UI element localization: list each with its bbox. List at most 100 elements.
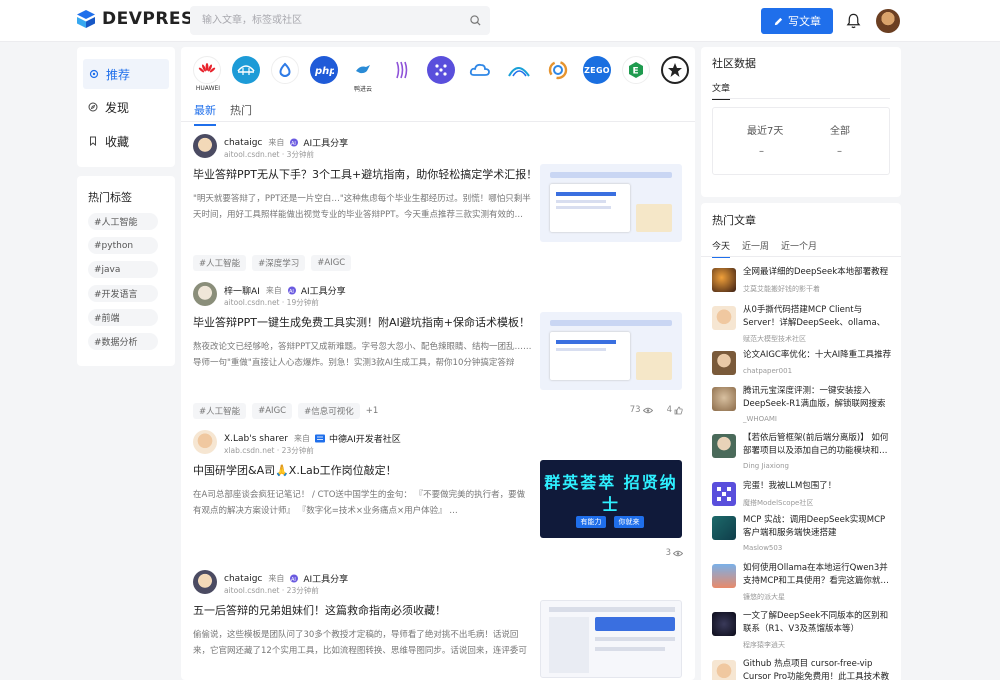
community-name[interactable]: AI工具分享 (303, 572, 348, 585)
search-icon[interactable] (470, 15, 481, 26)
hot-tag[interactable]: #前端 (88, 309, 158, 326)
hot-tag[interactable]: #数据分析 (88, 333, 158, 350)
svg-text:E: E (633, 67, 639, 77)
thumb-badge: 你就来 (614, 516, 644, 528)
hot-article-title[interactable]: MCP 实战：调用DeepSeek实现MCP客户端和服务端快速搭建 (743, 514, 893, 540)
article-summary: 熬夜改论文已经够呛，答辩PPT又成新难题。字号忽大忽小、配色辣眼睛、结构一团乱…… (193, 342, 532, 368)
hot-article-title[interactable]: 【若依后管框架(前后端分离版)】 如何部署项目以及添加自己的功能模块和… (743, 432, 893, 458)
stat-label: 全部 (830, 126, 850, 137)
bird-logo[interactable]: 鸭进云 (349, 56, 377, 93)
write-article-label: 写文章 (788, 15, 821, 28)
author-avatar[interactable] (193, 282, 217, 306)
article-tag[interactable]: #AIGC (311, 255, 352, 271)
like-button[interactable]: 4 (667, 405, 683, 415)
article-card[interactable]: X.Lab's sharer 来自 中德AI开发者社区 xlab.csdn.ne… (181, 430, 695, 570)
community-icon: AI (287, 286, 296, 295)
article-tag[interactable]: #信息可视化 (298, 403, 360, 419)
e-logo[interactable]: E (622, 56, 650, 84)
article-tag[interactable]: #人工智能 (193, 403, 247, 419)
author-name[interactable]: X.Lab's sharer (224, 434, 288, 444)
ring-logo[interactable] (544, 56, 572, 84)
article-thumbnail[interactable] (540, 164, 682, 242)
hot-tag[interactable]: #python (88, 237, 158, 254)
hot-article-title[interactable]: 完蛋！我被LLM包围了！ (743, 480, 893, 493)
article-tag[interactable]: #AIGC (252, 403, 293, 419)
bridge-logo[interactable] (232, 56, 260, 84)
cloud-logo[interactable] (466, 56, 494, 84)
article-stats: 73 4 (616, 405, 683, 415)
notification-bell-icon[interactable] (845, 12, 862, 30)
nav-item-recommend[interactable]: 推荐 (83, 59, 169, 89)
huawei-logo[interactable]: HUAWEI (193, 56, 221, 92)
hot-article-title[interactable]: 论文AIGC率优化：十大AI降重工具推荐 (743, 349, 893, 362)
tab-hot[interactable]: 热门 (230, 102, 252, 126)
community-icon (314, 434, 325, 443)
hot-article-title[interactable]: 从0手撕代码搭建MCP Client与Server！详解DeepSeek、oll… (743, 304, 893, 330)
article-tag[interactable]: #人工智能 (193, 255, 247, 271)
article-summary: "明天就要答辩了，PPT还是一片空白…"这种焦虑每个毕业生都经历过。别慌！哪怕只… (193, 194, 531, 220)
hot-article-thumb (712, 482, 736, 506)
article-thumbnail[interactable]: 群英荟萃 招贤纳士 有能力 你就来 (540, 460, 682, 538)
article-thumbnail[interactable] (540, 312, 682, 390)
author-name[interactable]: chataigc (224, 138, 262, 148)
tab-latest[interactable]: 最新 (194, 102, 216, 126)
hot-article-title[interactable]: 一文了解DeepSeek不同版本的区别和联系（R1、V3及蒸馏版本等） (743, 610, 893, 636)
bridge-icon (237, 65, 255, 75)
hot-article-author: _WHOAMI (743, 415, 777, 423)
thumb-headline: 群英荟萃 招贤纳士 (544, 473, 678, 514)
zego-logo[interactable]: ZEGO (583, 56, 611, 84)
article-title[interactable]: 毕业答辩PPT一键生成免费工具实测！附AI避坑指南+保命话术模板！ (193, 314, 533, 330)
community-name[interactable]: 中德AI开发者社区 (329, 432, 401, 445)
search-input[interactable] (190, 6, 490, 35)
hot-article-title[interactable]: 如何使用Ollama在本地运行Qwen3并支持MCP和工具使用？看完这篇你就… (743, 562, 893, 588)
hot-article-title[interactable]: 全网最详细的DeepSeek本地部署教程 (743, 266, 893, 279)
author-name[interactable]: 梓一聊AI (224, 284, 260, 297)
wave-icon (396, 61, 408, 79)
author-avatar[interactable] (193, 570, 217, 594)
nav-item-discover[interactable]: 发现 (77, 92, 175, 122)
user-avatar[interactable] (876, 9, 900, 33)
hot-article-thumb (712, 306, 736, 330)
community-name[interactable]: AI工具分享 (301, 284, 346, 297)
article-stats: 3 (652, 548, 683, 558)
star-icon (668, 63, 682, 77)
hot-article-thumb (712, 434, 736, 458)
star-logo[interactable] (661, 56, 689, 84)
hot-article-thumb (712, 660, 736, 680)
php-logo[interactable]: php (310, 56, 338, 84)
author-avatar[interactable] (193, 430, 217, 454)
hot-tag[interactable]: #人工智能 (88, 213, 158, 230)
community-name[interactable]: AI工具分享 (303, 136, 348, 149)
article-thumbnail[interactable] (540, 600, 682, 678)
droplet-logo[interactable] (271, 56, 299, 84)
article-card[interactable]: 梓一聊AI 来自 AI AI工具分享 aitool.csdn.net · 19分… (181, 282, 695, 422)
wave-logo[interactable] (388, 56, 416, 84)
php-icon: php (314, 66, 334, 76)
ring-icon (548, 60, 568, 80)
more-tags-count[interactable]: +1 (366, 403, 379, 419)
author-name[interactable]: chataigc (224, 574, 262, 584)
devpress-logo[interactable]: DEVPRESS (76, 9, 206, 29)
article-title[interactable]: 五一后答辩的兄弟姐妹们！这篇救命指南必须收藏！ (193, 602, 533, 618)
arc-logo[interactable] (505, 56, 533, 84)
article-tag[interactable]: #深度学习 (252, 255, 306, 271)
hot-article-title[interactable]: Github 热点项目 cursor-free-vip Cursor Pro功能… (743, 658, 893, 680)
grid-logo[interactable] (427, 56, 455, 84)
feed-tabs: 最新 热门 (194, 102, 266, 126)
article-card[interactable]: chataigc 来自 AI AI工具分享 aitool.csdn.net · … (181, 134, 695, 274)
hot-tag[interactable]: #开发语言 (88, 285, 158, 302)
community-data-title: 社区数据 (712, 57, 756, 70)
hot-article-author: 艾莫艾能搬好钱的影干着 (743, 285, 820, 293)
eye-icon (642, 407, 653, 413)
hot-article-title[interactable]: 腾讯元宝深度评测：一键安装接入DeepSeek-R1满血版，解锁联网搜索新体验 (743, 385, 893, 411)
article-title[interactable]: 中国研学团&A司🙏X.Lab工作岗位敲定！ (193, 462, 533, 478)
article-summary: 在A司总部座谈会疯狂记笔记！ / CTO送中国学生的金句： 『不要做完美的执行者… (193, 490, 526, 516)
write-article-button[interactable]: 写文章 (761, 8, 833, 34)
bird-icon (356, 65, 370, 74)
article-title[interactable]: 毕业答辩PPT无从下手？3个工具+避坑指南，助你轻松搞定学术汇报！ (193, 166, 533, 182)
nav-item-favorites[interactable]: 收藏 (77, 126, 175, 156)
hot-tag[interactable]: #java (88, 261, 158, 278)
article-card[interactable]: chataigc 来自 AI AI工具分享 aitool.csdn.net · … (181, 570, 695, 680)
author-avatar[interactable] (193, 134, 217, 158)
view-count: 3 (666, 548, 683, 558)
